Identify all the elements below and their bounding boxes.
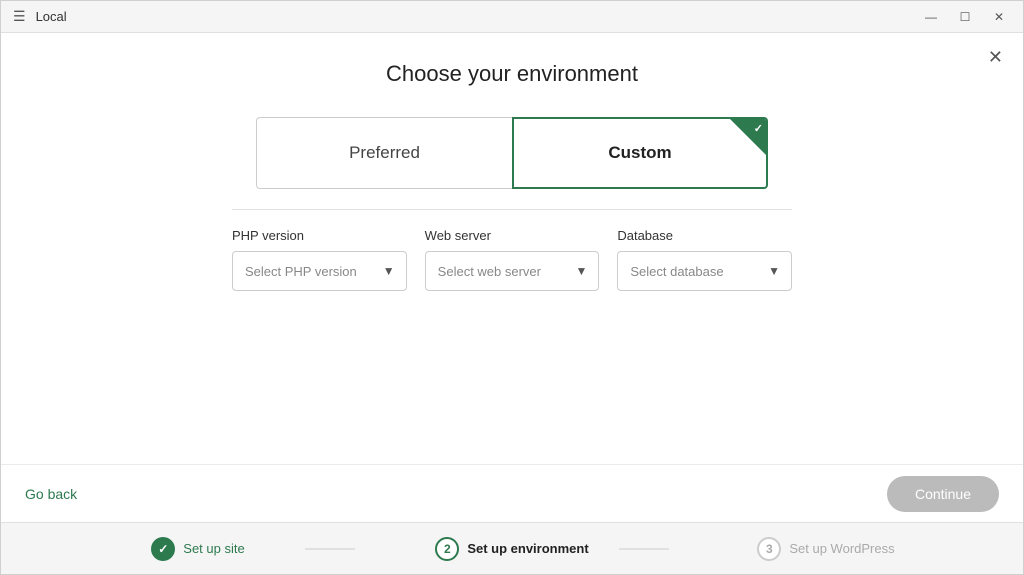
environment-choice-area: Preferred ✓ Custom [232,117,792,189]
step-1-circle: ✓ [151,537,175,561]
database-group: Database Select database MySQL 8.0MySQL … [617,228,792,291]
preferred-option[interactable]: Preferred [256,117,512,189]
section-divider [232,209,792,210]
custom-label: Custom [608,143,671,163]
web-server-select[interactable]: Select web server nginxApache [425,251,600,291]
step-3-circle: 3 [757,537,781,561]
preferred-label: Preferred [349,143,420,163]
titlebar-left: ☰ Local [13,8,67,25]
app-title: Local [36,9,67,24]
web-server-wrapper: Select web server nginxApache ▼ [425,251,600,291]
database-wrapper: Select database MySQL 8.0MySQL 5.7MariaD… [617,251,792,291]
database-select[interactable]: Select database MySQL 8.0MySQL 5.7MariaD… [617,251,792,291]
web-server-label: Web server [425,228,600,243]
selected-check-corner: ✓ [730,119,766,155]
hamburger-icon[interactable]: ☰ [13,8,26,25]
minimize-button[interactable]: — [915,5,947,29]
dropdowns-section: PHP version Select PHP version 7.48.08.1… [232,228,792,291]
window-close-button[interactable]: ✕ [983,5,1015,29]
database-label: Database [617,228,792,243]
go-back-button[interactable]: Go back [25,486,77,502]
maximize-button[interactable]: ☐ [949,5,981,29]
step-2-label: Set up environment [467,541,588,556]
dialog-title: Choose your environment [1,61,1023,87]
footer: Go back Continue [1,464,1023,522]
custom-option[interactable]: ✓ Custom [512,117,768,189]
dialog-content: ✕ Choose your environment Preferred ✓ Cu… [1,33,1023,464]
titlebar: ☰ Local — ☐ ✕ [1,1,1023,33]
steps-container: ✓ Set up site 2 Set up environment 3 Set… [1,537,1023,561]
step-2: 2 Set up environment [355,537,669,561]
step-2-circle: 2 [435,537,459,561]
step-1-label: Set up site [183,541,244,556]
app-window: ☰ Local — ☐ ✕ ✕ Choose your environment … [0,0,1024,575]
step-1: ✓ Set up site [41,537,355,561]
continue-button[interactable]: Continue [887,476,999,512]
php-version-label: PHP version [232,228,407,243]
php-version-wrapper: Select PHP version 7.48.08.18.2 ▼ [232,251,407,291]
checkmark-icon: ✓ [754,122,763,135]
web-server-group: Web server Select web server nginxApache… [425,228,600,291]
stepper-bar: ✓ Set up site 2 Set up environment 3 Set… [1,522,1023,574]
window-controls: — ☐ ✕ [915,5,1015,29]
dialog-close-button[interactable]: ✕ [988,47,1003,68]
step-3: 3 Set up WordPress [669,537,983,561]
step-3-label: Set up WordPress [789,541,894,556]
php-version-group: PHP version Select PHP version 7.48.08.1… [232,228,407,291]
php-version-select[interactable]: Select PHP version 7.48.08.18.2 [232,251,407,291]
